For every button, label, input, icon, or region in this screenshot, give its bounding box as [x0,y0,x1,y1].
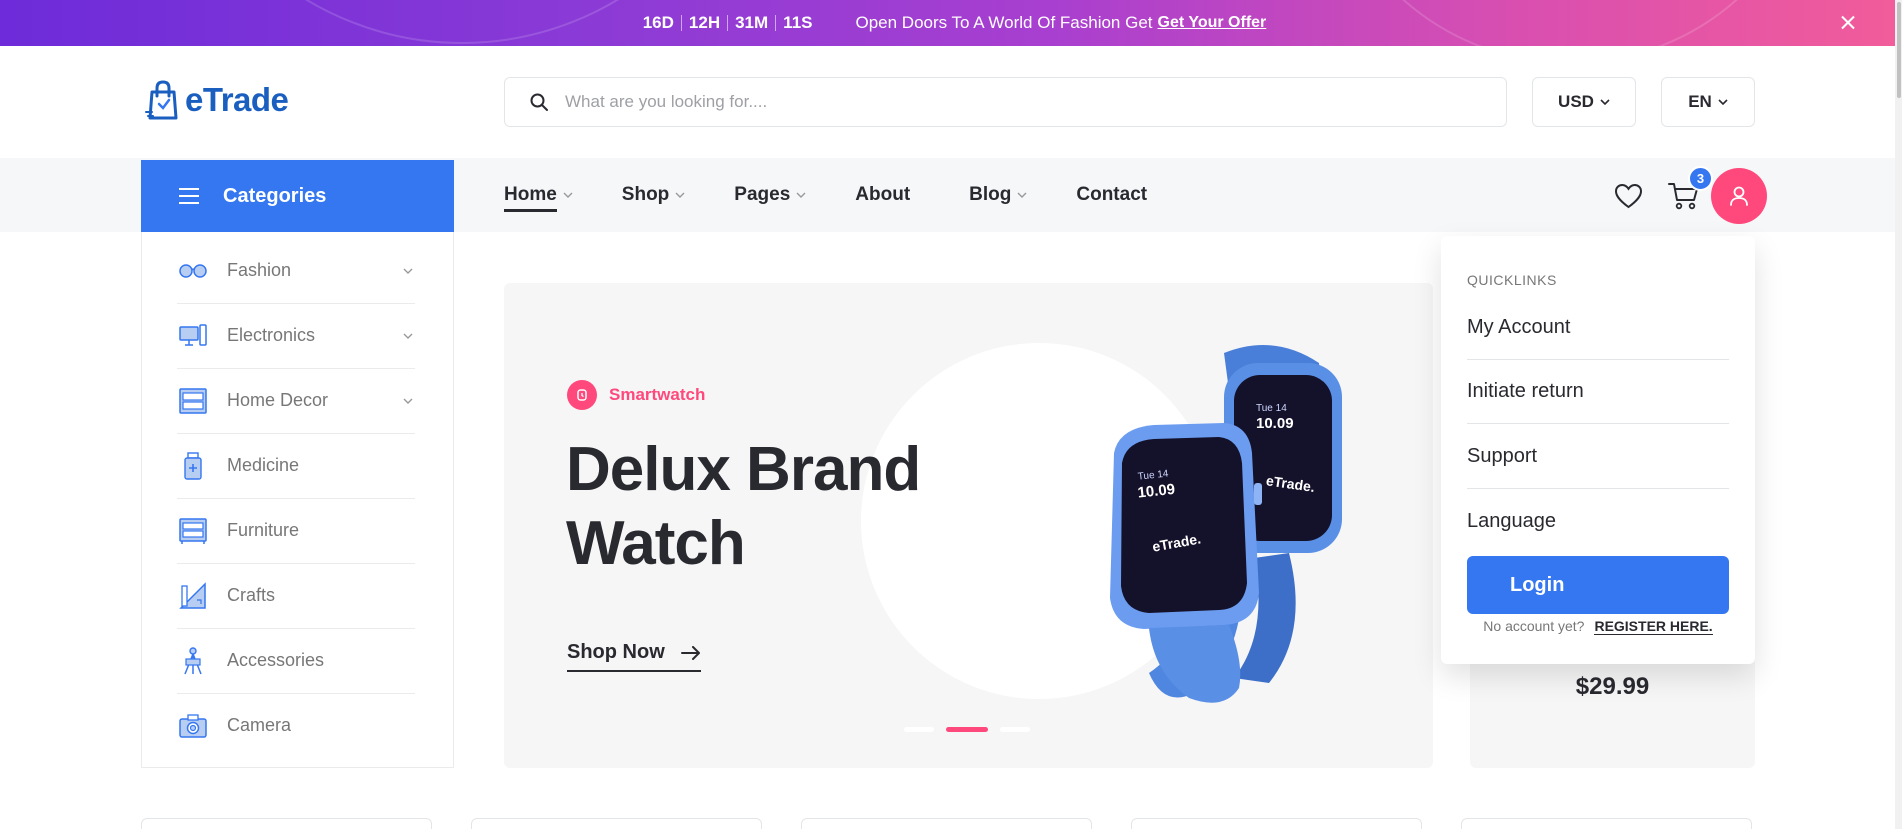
drawer-icon [177,385,209,417]
easel-icon [177,645,209,677]
slider-dot[interactable] [1000,727,1030,732]
watch-time: 10.09 [1256,415,1294,432]
categories-button[interactable]: Categories [141,160,454,232]
search-icon [530,93,548,111]
chevron-down-icon [1718,99,1728,106]
quicklinks-heading: QUICKLINKS [1467,272,1557,288]
shop-now-button[interactable]: Shop Now [567,641,701,672]
chevron-down-icon [1017,192,1027,198]
cabinet-icon [177,515,209,547]
countdown-hours: 12H [688,13,721,32]
arrow-right-icon [680,645,700,660]
currency-value: USD [1558,92,1594,111]
login-button[interactable]: Login [1467,556,1729,614]
hamburger-icon [179,188,199,204]
quicklinks-dropdown: QUICKLINKS My Account Initiate return Su… [1441,236,1755,664]
user-icon [1730,186,1748,206]
chevron-down-icon [403,268,413,274]
product-card[interactable] [1461,818,1752,829]
menu-item-pages[interactable]: Pages [734,158,807,232]
slider-dot[interactable] [904,727,934,732]
quicklink-initiate-return[interactable]: Initiate return [1467,360,1729,424]
chevron-down-icon [796,192,806,198]
quicklink-support[interactable]: Support [1467,425,1729,489]
menu-item-home[interactable]: Home [504,158,574,232]
heart-icon[interactable] [1614,183,1643,209]
sidebar-item-camera[interactable]: Camera [177,693,557,758]
product-card[interactable] [801,818,1092,829]
close-icon[interactable] [1836,11,1860,35]
sidebar-item-fashion[interactable]: Fashion [177,238,557,303]
logo-text: eTrade [185,81,289,118]
product-card[interactable] [141,818,432,829]
countdown-days: 16D [642,13,674,32]
medicine-bottle-icon [177,450,209,482]
site-logo[interactable]: eTrade [145,78,289,122]
watch-icon [567,380,597,410]
countdown-minutes: 31M [735,13,769,32]
menu-item-blog[interactable]: Blog [969,158,1028,232]
side-product-price: $29.99 [1575,673,1650,700]
countdown-seconds: 11S [783,13,813,32]
menu-item-shop[interactable]: Shop [622,158,687,232]
sidebar-item-furniture[interactable]: Furniture [177,498,557,563]
language-value: EN [1688,92,1712,111]
smartwatch-image: Tue 14 10.09 eTrade. Tue 14 10.09 eTrade… [1110,345,1342,703]
menu-item-about[interactable]: About [855,158,910,232]
chevron-down-icon [1600,99,1610,106]
ruler-pencil-icon [177,580,209,612]
sidebar-item-crafts[interactable]: Crafts [177,563,557,628]
glasses-icon [177,255,209,287]
product-card[interactable] [471,818,762,829]
chevron-down-icon [403,333,413,339]
sidebar-item-home-decor[interactable]: Home Decor [177,368,557,433]
main-menu: Home Shop Pages About Blog Contact [504,158,1206,232]
no-account-text: No account yet? [1483,618,1585,634]
cart-count-badge: 3 [1688,166,1713,191]
currency-select[interactable]: USD [1532,77,1636,127]
promo-offer-link[interactable]: Get Your Offer [1158,14,1267,32]
scrollbar-thumb[interactable] [1897,2,1901,98]
computer-icon [177,320,209,352]
categories-label: Categories [223,184,327,207]
hero-tag: Smartwatch [567,380,705,410]
countdown: 16D 12H 31M 11S [636,13,820,33]
user-account-button[interactable] [1711,168,1767,224]
register-prompt: No account yet? REGISTER HERE. [1441,618,1755,635]
watch-date: Tue 14 [1256,403,1287,414]
slider-dots [904,727,1042,732]
product-card[interactable] [1131,818,1422,829]
chevron-down-icon [403,398,413,404]
sidebar-item-medicine[interactable]: Medicine [177,433,557,498]
camera-icon [177,710,209,742]
hero-slider: Smartwatch Delux Brand Watch Shop Now Tu… [504,283,1433,768]
hero-tag-label: Smartwatch [609,385,706,404]
menu-item-contact[interactable]: Contact [1076,158,1147,232]
shopping-bag-icon [145,80,178,120]
slider-dot-active[interactable] [946,727,988,732]
chevron-down-icon [675,192,685,198]
register-link[interactable]: REGISTER HERE. [1594,618,1713,635]
promo-bar: 16D 12H 31M 11S Open Doors To A World Of… [0,0,1902,46]
sidebar-item-electronics[interactable]: Electronics [177,303,557,368]
quicklink-my-account[interactable]: My Account [1467,296,1729,360]
scrollbar-track[interactable] [1895,0,1902,829]
search-bar[interactable] [504,77,1507,127]
shop-now-label: Shop Now [567,641,665,663]
quicklink-language[interactable]: Language [1467,489,1729,553]
sidebar-item-accessories[interactable]: Accessories [177,628,557,693]
language-select[interactable]: EN [1661,77,1755,127]
promo-text: Open Doors To A World Of Fashion Get [855,13,1153,32]
search-input[interactable] [565,92,1465,112]
hero-title: Delux Brand Watch [566,435,921,578]
chevron-down-icon [563,192,573,198]
